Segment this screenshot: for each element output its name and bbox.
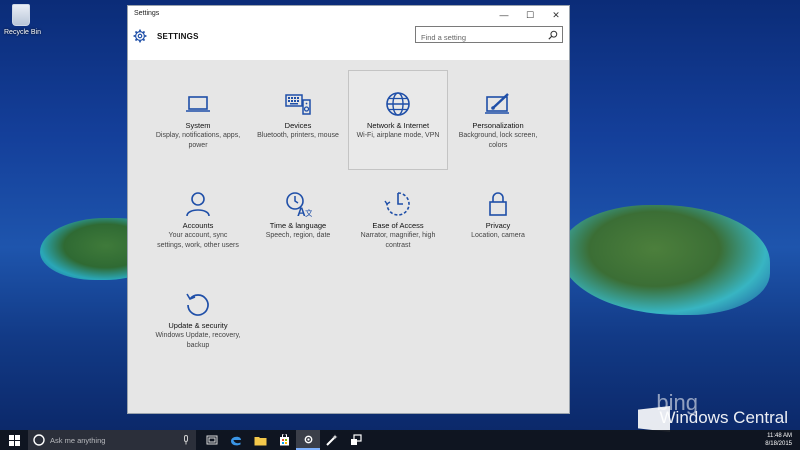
tile-update-name: Update & security xyxy=(168,321,228,330)
tile-devices[interactable]: Devices Bluetooth, printers, mouse xyxy=(248,70,348,170)
windows-app-icon xyxy=(351,434,362,445)
tile-ease-desc: Narrator, magnifier, high contrast xyxy=(360,232,436,249)
close-button[interactable]: ✕ xyxy=(543,6,569,24)
clock-language-icon: A 文 xyxy=(286,192,312,217)
task-view-icon xyxy=(206,435,218,445)
wand-icon xyxy=(326,434,338,446)
tile-update-desc: Windows Update, recovery, backup xyxy=(155,332,241,349)
tile-privacy-name: Privacy xyxy=(485,221,511,230)
watermark-brand: Windows Central xyxy=(659,408,789,427)
cortana-circle-icon xyxy=(33,434,45,446)
maximize-button[interactable]: ☐ xyxy=(517,6,543,24)
globe-icon xyxy=(386,92,410,116)
store-button[interactable] xyxy=(272,430,296,450)
tile-update-security[interactable]: Update & security Windows Update, recove… xyxy=(148,270,248,370)
recycle-bin-icon xyxy=(12,4,30,26)
pinned-app-button[interactable] xyxy=(320,430,344,450)
taskbar: 11:48 AM 8/18/2015 xyxy=(0,430,800,450)
tile-personalization[interactable]: Personalization Background, lock screen,… xyxy=(448,70,548,170)
cortana-search-input[interactable] xyxy=(50,435,180,445)
recycle-bin-label: Recycle Bin xyxy=(4,29,41,36)
page-title: SETTINGS xyxy=(157,32,199,41)
settings-taskbar-button[interactable] xyxy=(296,430,320,450)
search-input[interactable] xyxy=(416,30,542,45)
tile-time-name: Time & language xyxy=(269,221,327,230)
keyboard-speaker-icon xyxy=(285,94,311,115)
settings-window: Settings — ☐ ✕ SETTINGS Find a setting S… xyxy=(127,5,570,414)
tile-ease-of-access[interactable]: Ease of Access Narrator, magnifier, high… xyxy=(348,170,448,270)
edge-browser-icon xyxy=(231,436,241,446)
tray-time: 11:48 AM xyxy=(767,433,792,439)
store-bag-icon xyxy=(279,434,289,446)
microphone-icon[interactable] xyxy=(182,435,190,445)
tile-time-language[interactable]: A 文 Time & language Speech, region, date xyxy=(248,170,348,270)
tile-privacy-desc: Location, camera xyxy=(471,232,525,239)
tile-system-desc: Display, notifications, apps, power xyxy=(155,132,241,149)
gear-icon xyxy=(304,435,312,443)
windows-start-icon xyxy=(8,434,20,446)
person-icon xyxy=(186,192,210,217)
minimize-button[interactable]: — xyxy=(491,6,517,24)
window-title: Settings xyxy=(134,10,160,17)
start-button[interactable] xyxy=(0,430,28,450)
pinned-app-button-2[interactable] xyxy=(344,430,368,450)
tile-system-name: System xyxy=(185,121,211,130)
recycle-bin[interactable]: Recycle Bin xyxy=(4,4,41,36)
tile-accounts-desc: Your account, sync settings, work, other… xyxy=(157,232,239,249)
ease-of-access-icon xyxy=(384,192,410,216)
tile-ease-name: Ease of Access xyxy=(372,221,424,230)
window-controls: — ☐ ✕ xyxy=(491,6,569,24)
paintbrush-icon xyxy=(485,93,509,114)
tile-network-name: Network & Internet xyxy=(366,121,430,130)
taskbar-pinned-apps xyxy=(200,430,368,450)
tile-time-desc: Speech, region, date xyxy=(265,232,331,239)
tile-devices-desc: Bluetooth, printers, mouse xyxy=(257,132,339,139)
settings-grid: System Display, notifications, apps, pow… xyxy=(148,70,548,370)
system-tray-clock[interactable]: 11:48 AM 8/18/2015 xyxy=(765,432,792,448)
refresh-icon xyxy=(186,293,209,316)
find-setting-search[interactable] xyxy=(415,26,563,45)
tile-personalization-desc: Background, lock screen, colors xyxy=(458,132,538,149)
desktop-island-right xyxy=(560,205,770,315)
lock-icon xyxy=(489,192,507,216)
tile-devices-name: Devices xyxy=(284,121,312,130)
settings-header: SETTINGS xyxy=(128,24,569,60)
tile-accounts[interactable]: Accounts Your account, sync settings, wo… xyxy=(148,170,248,270)
file-explorer-button[interactable] xyxy=(248,430,272,450)
tile-network-desc: Wi-Fi, airplane mode, VPN xyxy=(356,132,440,139)
tile-network-internet[interactable]: Network & Internet Wi-Fi, airplane mode,… xyxy=(348,70,448,170)
tray-date: 8/18/2015 xyxy=(765,441,792,447)
folder-icon xyxy=(254,436,266,445)
gear-icon xyxy=(133,29,147,43)
tile-accounts-name: Accounts xyxy=(182,221,214,230)
tile-privacy[interactable]: Privacy Location, camera xyxy=(448,170,548,270)
svg-text:文: 文 xyxy=(305,208,312,217)
task-view-button[interactable] xyxy=(200,430,224,450)
cortana-search[interactable] xyxy=(28,430,196,450)
title-bar[interactable]: Settings — ☐ ✕ xyxy=(128,6,569,24)
edge-button[interactable] xyxy=(224,430,248,450)
tile-system[interactable]: System Display, notifications, apps, pow… xyxy=(148,70,248,170)
laptop-icon xyxy=(186,96,210,112)
search-icon[interactable] xyxy=(548,30,558,40)
tile-personalization-name: Personalization xyxy=(472,121,524,130)
